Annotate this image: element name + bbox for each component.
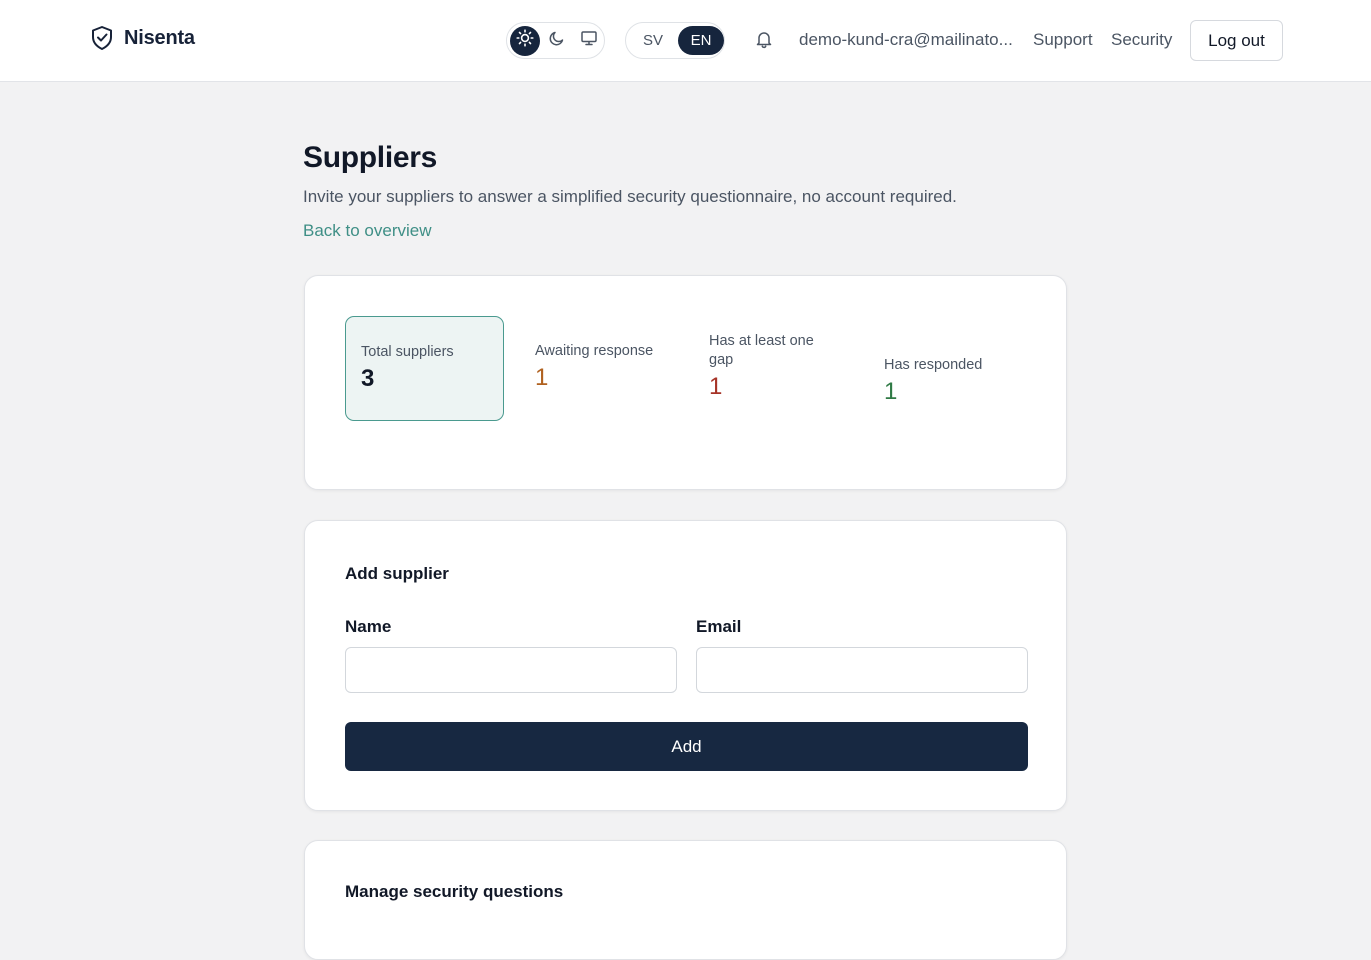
manage-questions-title: Manage security questions [345, 882, 564, 901]
moon-icon [548, 29, 566, 52]
security-link[interactable]: Security [1111, 30, 1172, 50]
brand-name: Nisenta [124, 26, 195, 49]
stat-label: Awaiting response [535, 343, 654, 359]
bell-icon [754, 29, 774, 54]
stat-value: 1 [709, 373, 723, 400]
supplier-stats-card: Total suppliers 3 Awaiting response 1 Ha… [304, 275, 1067, 490]
sun-icon [516, 29, 534, 52]
monitor-icon [580, 29, 598, 52]
theme-light-button[interactable] [510, 25, 540, 56]
theme-dark-button[interactable] [542, 26, 572, 56]
language-switcher: SV EN [625, 22, 725, 59]
add-supplier-button[interactable]: Add [345, 722, 1028, 771]
back-to-overview-link[interactable]: Back to overview [303, 221, 432, 241]
stat-awaiting-response[interactable]: Awaiting response 1 [535, 342, 685, 393]
language-sv-button[interactable]: SV [630, 26, 676, 55]
email-label: Email [696, 617, 742, 636]
stat-value: 1 [535, 364, 549, 391]
stat-has-gap[interactable]: Has at least one gap 1 [709, 332, 859, 402]
add-supplier-card: Add supplier Name Email Add [304, 520, 1067, 811]
stat-has-responded[interactable]: Has responded 1 [884, 356, 1034, 407]
stat-label: Total suppliers [361, 344, 454, 360]
email-input[interactable] [696, 647, 1028, 693]
add-supplier-title: Add supplier [345, 564, 449, 583]
stat-value: 3 [361, 365, 375, 392]
page-subtitle: Invite your suppliers to answer a simpli… [303, 187, 957, 206]
language-en-button[interactable]: EN [678, 26, 724, 55]
brand-logo[interactable]: Nisenta [90, 24, 195, 52]
name-input[interactable] [345, 647, 677, 693]
stat-value: 1 [884, 378, 898, 405]
stat-total-suppliers[interactable]: Total suppliers 3 [345, 316, 504, 421]
stat-label: Has at least one gap [709, 333, 814, 368]
page-title: Suppliers [303, 141, 437, 174]
name-label: Name [345, 617, 392, 636]
manage-questions-card: Manage security questions [304, 840, 1067, 960]
stat-label: Has responded [884, 357, 983, 373]
user-email-link[interactable]: demo-kund-cra@mailinato... [799, 30, 1013, 50]
top-navigation-bar: Nisenta SV EN demo-kund-cra@mailinato...… [0, 0, 1371, 82]
theme-switcher [506, 22, 605, 59]
logout-button[interactable]: Log out [1190, 20, 1283, 61]
shield-check-icon [90, 25, 114, 51]
theme-system-button[interactable] [574, 26, 604, 56]
support-link[interactable]: Support [1033, 30, 1093, 50]
notifications-button[interactable] [752, 29, 776, 53]
